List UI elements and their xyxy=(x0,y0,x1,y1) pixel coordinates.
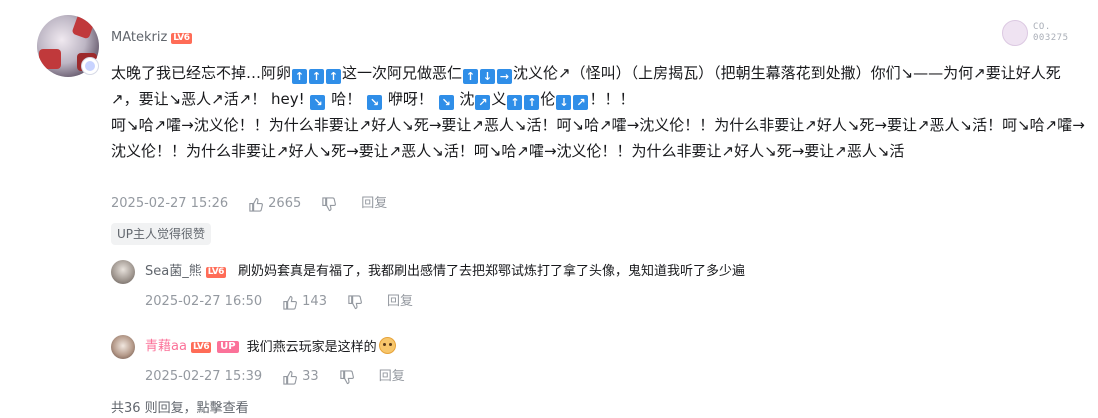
arrow-up-icon: ↑ xyxy=(507,95,523,110)
arrow-down-right-icon: ↘ xyxy=(367,95,383,110)
fan-medal-number: CO. 003275 xyxy=(1033,22,1069,44)
reply-meta: 2025-02-27 15:39 33 回复 xyxy=(145,369,405,385)
comment-text-segment: 义 xyxy=(491,90,507,108)
like-button[interactable]: 33 xyxy=(282,369,319,385)
like-count: 143 xyxy=(302,294,327,309)
reply-author[interactable]: Sea菌_熊 xyxy=(145,262,202,282)
avatar-decoration xyxy=(71,15,97,40)
level-badge: LV6 xyxy=(171,33,192,44)
username[interactable]: MAtekriz xyxy=(111,30,167,45)
avatar[interactable] xyxy=(111,335,135,359)
up-badge: UP xyxy=(217,341,239,353)
reply-text: 刷奶妈套真是有福了，我都刷出感情了去把郑鄂试炼打了拿了头像，鬼知道我听了多少遍 xyxy=(237,264,745,279)
reply-date: 2025-02-27 15:39 xyxy=(145,369,263,384)
arrow-down-icon: ↓ xyxy=(480,69,496,84)
reply-meta: 2025-02-27 16:50 143 回复 xyxy=(145,294,413,310)
reply-button[interactable]: 回复 xyxy=(387,294,413,310)
comment-text-segment: 呵↘哈↗嚯→沈义伦！！为什么非要让↗好人↘死→要让↗恶人↘活！呵↘哈↗嚯→沈义伦… xyxy=(111,116,1085,160)
like-count: 33 xyxy=(302,369,319,384)
reply-author[interactable]: 青藉aa xyxy=(145,337,187,357)
arrow-right-icon: → xyxy=(497,69,513,84)
reply-button[interactable]: 回复 xyxy=(361,196,387,212)
avatar-decoration xyxy=(39,49,61,69)
reply-date: 2025-02-27 16:50 xyxy=(145,294,263,309)
up-liked-tag: UP主人觉得很赞 xyxy=(111,223,212,245)
doge-emoji-icon xyxy=(378,336,396,354)
reply-item: 青藉aa LV6 UP 我们燕云玩家是这样的 xyxy=(111,335,396,359)
comment-text: 太晚了我已经忘不掉…阿卵 ↑ ↑ ↑ 这一次阿兄做恶仁 ↑ ↓ → 沈义伦↗（怪叫）（上房揭瓦）… xyxy=(111,60,1086,164)
level-badge: LV6 xyxy=(205,266,226,278)
view-more-replies-link[interactable]: 共36 则回复，點擊查看 xyxy=(111,401,249,417)
medal-label: CO. xyxy=(1033,22,1051,32)
dislike-button[interactable] xyxy=(347,294,367,310)
arrow-up-icon: ↑ xyxy=(463,69,479,84)
arrow-up-icon: ↑ xyxy=(524,95,540,110)
dislike-button[interactable] xyxy=(321,196,341,212)
thumbs-up-icon xyxy=(283,370,298,385)
arrow-up-icon: ↑ xyxy=(309,69,325,84)
reply-button[interactable]: 回复 xyxy=(379,369,405,385)
comment-date: 2025-02-27 15:26 xyxy=(111,196,229,211)
fan-medal-icon xyxy=(1002,20,1028,46)
thumbs-down-icon xyxy=(348,294,362,309)
comment-text-segment: 这一次阿兄做恶仁 xyxy=(342,64,463,82)
arrow-down-right-icon: ↘ xyxy=(310,95,326,110)
dislike-button[interactable] xyxy=(339,369,359,385)
comment-text-segment: 哈！ xyxy=(331,90,362,108)
comment-meta: 2025-02-27 15:26 2665 回复 xyxy=(111,196,387,212)
avatar[interactable] xyxy=(111,260,135,284)
arrow-up-right-icon: ↗ xyxy=(475,95,491,110)
comment-text-segment: 咿呀！ xyxy=(387,90,433,108)
like-button[interactable]: 143 xyxy=(282,294,327,310)
comment-text-segment: 太晚了我已经忘不掉…阿卵 xyxy=(111,64,292,82)
like-button[interactable]: 2665 xyxy=(248,196,301,212)
verified-badge-icon xyxy=(81,57,99,75)
thumbs-down-icon xyxy=(322,196,337,211)
thumbs-down-icon xyxy=(340,369,354,384)
medal-number: 003275 xyxy=(1033,33,1069,43)
reply-text: 我们燕云玩家是这样的 xyxy=(246,336,396,358)
arrow-up-icon: ↑ xyxy=(326,69,342,84)
level-badge: LV6 xyxy=(190,341,212,353)
reply-text-content: 我们燕云玩家是这样的 xyxy=(246,339,377,355)
reply-item: Sea菌_熊 LV6 刷奶妈套真是有福了，我都刷出感情了去把郑鄂试炼打了拿了头像，… xyxy=(111,260,745,284)
arrow-up-right-icon: ↗ xyxy=(573,95,589,110)
thumbs-up-icon xyxy=(249,197,264,212)
arrow-up-icon: ↑ xyxy=(292,69,308,84)
thumbs-up-icon xyxy=(283,295,298,310)
like-count: 2665 xyxy=(268,196,302,211)
comment-text-segment: 伦 xyxy=(540,90,556,108)
comment-text-segment: ！！！ xyxy=(589,90,635,108)
arrow-down-icon: ↓ xyxy=(556,95,572,110)
arrow-down-right-icon: ↘ xyxy=(438,95,454,110)
comment-text-segment: 沈 xyxy=(459,90,475,108)
comment-author[interactable]: MAtekriz LV6 xyxy=(111,30,192,46)
